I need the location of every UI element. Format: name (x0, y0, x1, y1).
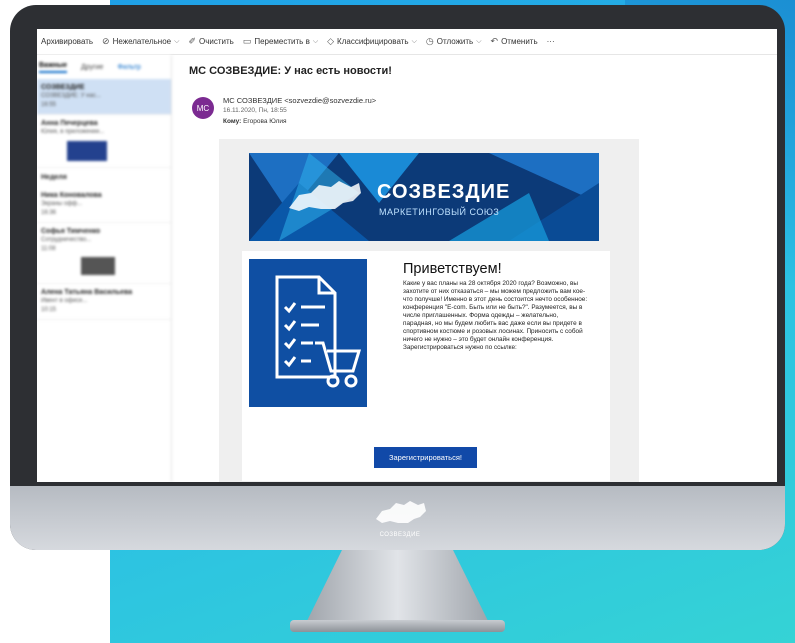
recipient-name[interactable]: Егорова Юлия (243, 118, 286, 125)
categorize-button[interactable]: ◇ Классифицировать ⌵ (327, 36, 417, 47)
list-item[interactable]: СОЗВЕЗДИЕ СОЗВЕЗДИЕ: У нас... 16:55 (37, 79, 171, 115)
sent-date: 16.11.2020, Пн, 18:55 (223, 107, 287, 114)
banner-title: СОЗВЕЗДИЕ (377, 181, 511, 203)
email-body-text: Какие у вас планы на 28 октября 2020 год… (403, 280, 588, 351)
banner-subtitle: МАРКЕТИНГОВЫЙ СОЮЗ (379, 207, 500, 217)
more-button[interactable]: ··· (547, 37, 555, 46)
tab-other[interactable]: Другие (81, 64, 103, 71)
message-list-tabs: Важные Другие Фильтр (37, 55, 171, 79)
mail-screen: Архивировать ⊘ Нежелательное ⌵ ✐ Очистит… (37, 29, 777, 482)
chevron-down-icon: ⌵ (411, 37, 417, 45)
filter-button[interactable]: Фильтр (117, 64, 141, 71)
attachment-thumbnail[interactable] (81, 257, 115, 275)
recipient-line: Кому: Егорова Юлия (223, 118, 287, 125)
monitor-stand-base (290, 620, 505, 632)
newsletter-banner: СОЗВЕЗДИЕ МАРКЕТИНГОВЫЙ СОЮЗ (249, 153, 599, 241)
block-icon: ⊘ (102, 36, 110, 46)
junk-button[interactable]: ⊘ Нежелательное ⌵ (102, 36, 179, 47)
message-list: Важные Другие Фильтр СОЗВЕЗДИЕ СОЗВЕЗДИЕ… (37, 55, 172, 482)
snooze-button[interactable]: ◷ Отложить ⌵ (426, 36, 482, 47)
undo-icon: ↶ (490, 36, 499, 46)
attachment-thumbnail[interactable] (67, 141, 107, 161)
tab-focused[interactable]: Важные (39, 62, 68, 73)
sender-address[interactable]: МС СОЗВЕЗДИЕ <sozvezdie@sozvezdie.ru> (223, 96, 376, 105)
greeting-heading: Приветствуем! (403, 261, 502, 277)
list-section-header: Неделя (41, 174, 67, 181)
move-to-button[interactable]: ▭ Переместить в ⌵ (243, 36, 318, 47)
clock-icon: ◷ (425, 36, 434, 46)
sweep-icon: ✐ (188, 36, 196, 46)
list-item[interactable]: Софья Тимченко Сотрудничество... 11:08 (37, 223, 171, 284)
sweep-button[interactable]: ✐ Очистить (188, 36, 233, 47)
chevron-down-icon: ⌵ (312, 37, 319, 45)
undo-button[interactable]: ↶ Отменить (491, 36, 538, 47)
tag-icon: ◇ (327, 36, 335, 46)
archive-button[interactable]: Архивировать (41, 37, 93, 46)
list-item[interactable]: Алена Татьяна Васильева Ивент в офисе...… (37, 284, 171, 320)
checklist-cart-illustration (249, 259, 367, 407)
chin-logo-text: СОЗВЕЗДИЕ (379, 532, 421, 538)
message-subject: МС СОЗВЕЗДИЕ: У нас есть новости! (189, 65, 392, 77)
list-item[interactable]: Ника Коновалова Экраны офф... 16:36 (37, 187, 171, 223)
move-icon: ▭ (242, 36, 252, 46)
register-button[interactable]: Зарегистрироваться! (374, 447, 477, 468)
avatar[interactable]: МС (192, 97, 214, 119)
command-toolbar: Архивировать ⊘ Нежелательное ⌵ ✐ Очистит… (37, 29, 777, 55)
list-item[interactable]: Анна Печерцева Юлия, в приложении... (37, 115, 171, 168)
chevron-down-icon: ⌵ (174, 37, 180, 45)
chevron-down-icon: ⌵ (476, 37, 482, 45)
